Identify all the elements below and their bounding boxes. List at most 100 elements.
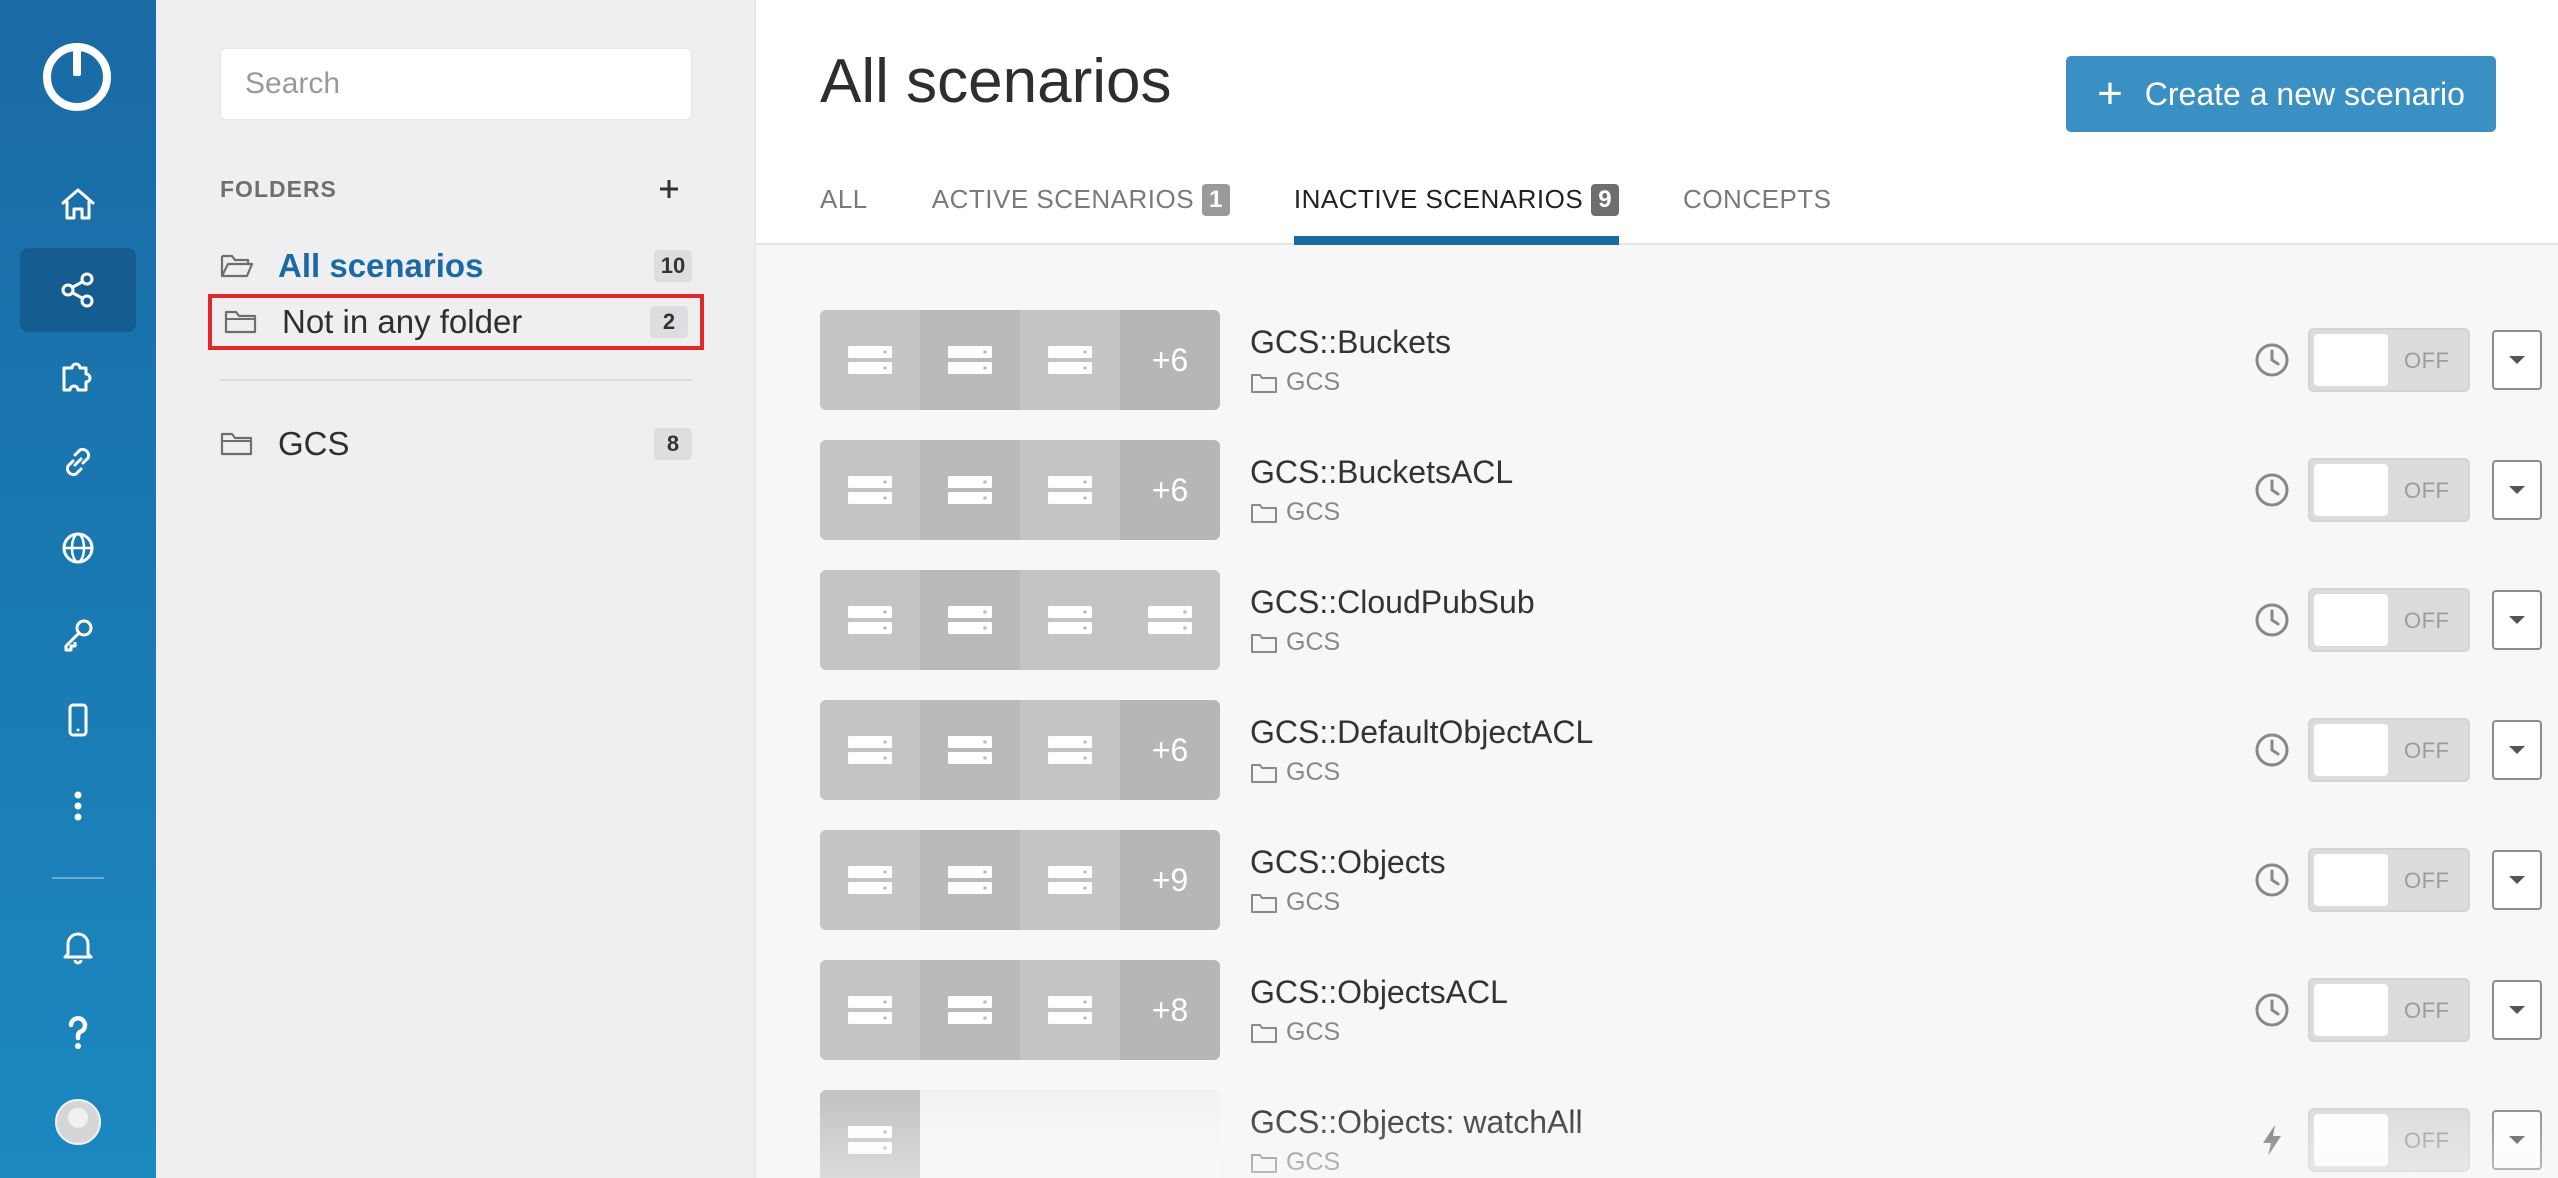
scenario-name[interactable]: GCS::ObjectsACL (1250, 974, 1508, 1011)
clock-icon[interactable] (2252, 860, 2292, 900)
chevron-down-icon (2509, 486, 2525, 494)
chevron-down-icon (2509, 876, 2525, 884)
module-tile (820, 960, 920, 1060)
tab-inactive-scenarios[interactable]: INACTIVE SCENARIOS 9 (1293, 178, 1620, 245)
scenario-name[interactable]: GCS::Objects (1250, 844, 1446, 881)
folder-icon (1251, 633, 1277, 653)
scenario-options-dropdown[interactable] (2492, 1110, 2542, 1170)
server-icon (848, 606, 892, 634)
folder-item-not-in-any-folder[interactable]: Not in any folder 2 (208, 294, 704, 350)
add-folder-button[interactable] (646, 166, 692, 212)
toggle-state: OFF (2404, 1128, 2450, 1153)
key-icon (64, 619, 93, 652)
scenario-toggle[interactable]: OFF (2308, 718, 2470, 782)
scenario-options-dropdown[interactable] (2492, 850, 2542, 910)
scenario-name[interactable]: GCS::Buckets (1250, 324, 1451, 361)
nav-notifications[interactable] (20, 904, 136, 988)
scenario-modules-preview[interactable] (820, 570, 1220, 670)
clock-icon[interactable] (2252, 340, 2292, 380)
nav-more[interactable] (20, 764, 136, 848)
folder-item-all-scenarios[interactable]: All scenarios 10 (208, 238, 704, 294)
scenario-row[interactable]: +6 GCS::BucketsACL GCS OFF (820, 440, 2542, 540)
scenario-modules-preview[interactable]: +9 (820, 830, 1220, 930)
folder-count: 2 (650, 306, 688, 338)
create-scenario-button[interactable]: + Create a new scenario (2066, 56, 2496, 132)
scenario-options-dropdown[interactable] (2492, 720, 2542, 780)
nav-scenarios[interactable] (20, 248, 136, 332)
create-scenario-label: Create a new scenario (2144, 75, 2465, 112)
tab-count-badge: 1 (1202, 184, 1230, 216)
folder-item-gcs[interactable]: GCS 8 (208, 416, 704, 472)
module-tile (920, 830, 1020, 930)
clock-icon[interactable] (2252, 730, 2292, 770)
more-modules-count: +6 (1120, 440, 1220, 540)
main-content: All scenarios + Create a new scenario AL… (756, 0, 2558, 1178)
scenario-name[interactable]: GCS::Objects: watchAll (1250, 1104, 1583, 1141)
scenario-modules-preview[interactable]: +6 (820, 310, 1220, 410)
search-input[interactable] (220, 48, 692, 120)
module-tile (820, 570, 920, 670)
nav-help[interactable] (20, 990, 136, 1074)
nav-keys[interactable] (20, 592, 136, 676)
module-tile (920, 310, 1020, 410)
server-icon (1048, 476, 1092, 504)
module-tile (920, 700, 1020, 800)
clock-icon[interactable] (2252, 470, 2292, 510)
nav-home[interactable] (20, 162, 136, 246)
folder-icon (1251, 1153, 1277, 1173)
folder-icon (1251, 763, 1277, 783)
toggle-state: OFF (2404, 998, 2450, 1023)
module-tile (1020, 310, 1120, 410)
scenario-name[interactable]: GCS::DefaultObjectACL (1250, 714, 1593, 751)
scenario-row[interactable]: GCS::Objects: watchAll GCS OFF (820, 1090, 2542, 1178)
avatar[interactable] (55, 1099, 101, 1145)
scenario-toggle[interactable]: OFF (2308, 1108, 2470, 1172)
nav-templates[interactable] (20, 334, 136, 418)
plus-icon (660, 180, 678, 198)
toggle-knob (2314, 984, 2388, 1036)
scenario-toggle[interactable]: OFF (2308, 588, 2470, 652)
bolt-icon[interactable] (2252, 1120, 2292, 1160)
scenario-row[interactable]: GCS::CloudPubSubGCS OFF (820, 570, 2542, 670)
scenario-row[interactable]: +9 GCS::Objects GCS OFF (820, 830, 2542, 930)
server-icon (1048, 346, 1092, 374)
tab-count-badge: 9 (1591, 184, 1620, 216)
scenario-row[interactable]: +6 GCS::Buckets GCS OFF (820, 310, 2542, 410)
module-placeholder (920, 1090, 1020, 1178)
scenario-row[interactable]: +6 GCS::DefaultObjectACL GCS OFF (820, 700, 2542, 800)
module-tile (820, 830, 920, 930)
scenario-modules-preview[interactable]: +6 (820, 440, 1220, 540)
scenario-modules-preview[interactable]: +8 (820, 960, 1220, 1060)
server-icon (848, 346, 892, 374)
scenario-modules-preview[interactable] (820, 1090, 1220, 1178)
nav-devices[interactable] (20, 678, 136, 762)
toggle-state: OFF (2404, 348, 2450, 373)
help-icon (68, 1016, 88, 1049)
server-icon (1148, 606, 1192, 634)
scenario-toggle[interactable]: OFF (2308, 328, 2470, 392)
scenario-name[interactable]: GCS::BucketsACL (1250, 454, 1513, 491)
scenario-toggle[interactable]: OFF (2308, 978, 2470, 1042)
tab-concepts[interactable]: CONCEPTS (1683, 178, 1831, 245)
folder-icon (1251, 893, 1277, 913)
tab-all[interactable]: ALL (820, 178, 868, 245)
tab-active-scenarios[interactable]: ACTIVE SCENARIOS 1 (932, 178, 1230, 245)
scenario-row[interactable]: +8 GCS::ObjectsACL GCS OFF (820, 960, 2542, 1060)
scenario-options-dropdown[interactable] (2492, 330, 2542, 390)
scenario-modules-preview[interactable]: +6 (820, 700, 1220, 800)
nav-connections[interactable] (20, 420, 136, 504)
scenario-options-dropdown[interactable] (2492, 590, 2542, 650)
module-tile (1120, 570, 1220, 670)
clock-icon[interactable] (2252, 990, 2292, 1030)
clock-icon[interactable] (2252, 600, 2292, 640)
server-icon (1048, 736, 1092, 764)
scenario-toggle[interactable]: OFF (2308, 848, 2470, 912)
integromat-logo[interactable] (40, 40, 114, 114)
scenario-folder-label: GCS (1286, 628, 1341, 656)
scenario-options-dropdown[interactable] (2492, 460, 2542, 520)
scenario-name[interactable]: GCS::CloudPubSub (1250, 584, 1535, 621)
module-tile (820, 310, 920, 410)
nav-webhooks[interactable] (20, 506, 136, 590)
scenario-toggle[interactable]: OFF (2308, 458, 2470, 522)
scenario-options-dropdown[interactable] (2492, 980, 2542, 1040)
